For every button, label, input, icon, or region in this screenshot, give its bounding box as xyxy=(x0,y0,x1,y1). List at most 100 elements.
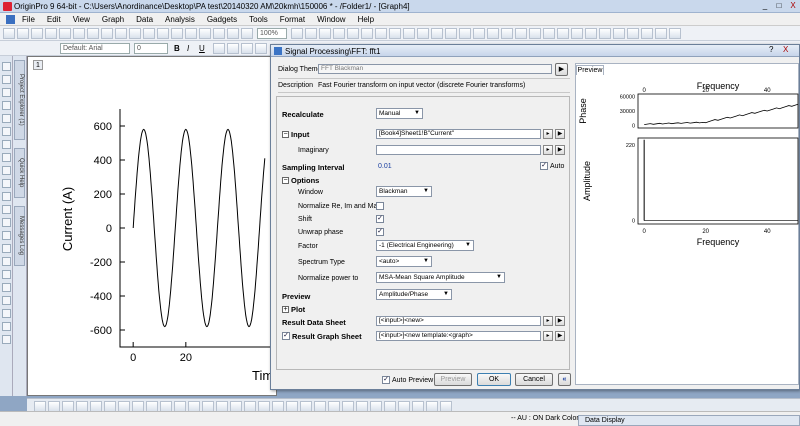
standard-tool-icon[interactable] xyxy=(171,28,183,39)
standard-tool-icon[interactable] xyxy=(599,28,611,39)
normalize-power-select[interactable]: MSA-Mean Square Amplitude ▼ xyxy=(376,272,505,283)
layer-number-badge[interactable]: 1 xyxy=(33,60,43,70)
menu-data[interactable]: Data xyxy=(130,13,159,24)
input-picker-button[interactable]: ▸ xyxy=(543,129,553,139)
standard-tool-icon[interactable] xyxy=(45,28,57,39)
format-tool-icon[interactable] xyxy=(241,43,253,54)
result-graph-sheet-field[interactable]: [<input>]<new template:<graph> xyxy=(376,331,541,341)
imaginary-field[interactable] xyxy=(376,145,541,155)
bold-button[interactable]: B xyxy=(174,44,180,53)
tool-icon[interactable] xyxy=(2,166,11,175)
standard-tool-icon[interactable] xyxy=(557,28,569,39)
standard-tool-icon[interactable] xyxy=(641,28,653,39)
tool-icon[interactable] xyxy=(2,231,11,240)
result-graph-menu-button[interactable]: ▶ xyxy=(555,331,565,341)
tool-icon[interactable] xyxy=(2,283,11,292)
tool-icon[interactable] xyxy=(2,153,11,162)
auto-sampling-checkbox[interactable]: ✓ xyxy=(540,162,548,170)
standard-tool-icon[interactable] xyxy=(31,28,43,39)
cancel-button[interactable]: Cancel xyxy=(515,373,553,386)
standard-tool-icon[interactable] xyxy=(543,28,555,39)
ok-button[interactable]: OK xyxy=(477,373,511,386)
standard-tool-icon[interactable] xyxy=(3,28,15,39)
maximize-button[interactable]: □ xyxy=(772,1,786,11)
tool-icon[interactable] xyxy=(2,205,11,214)
standard-tool-icon[interactable] xyxy=(627,28,639,39)
tool-icon[interactable] xyxy=(2,309,11,318)
result-graph-picker-button[interactable]: ▸ xyxy=(543,331,553,341)
standard-tool-icon[interactable] xyxy=(585,28,597,39)
standard-tool-icon[interactable] xyxy=(143,28,155,39)
standard-tool-icon[interactable] xyxy=(129,28,141,39)
normalize-checkbox[interactable] xyxy=(376,202,384,210)
project-explorer-tab[interactable]: Project Explorer (1) xyxy=(14,60,25,140)
tool-icon[interactable] xyxy=(2,88,11,97)
standard-tool-icon[interactable] xyxy=(473,28,485,39)
standard-tool-icon[interactable] xyxy=(185,28,197,39)
result-graph-checkbox[interactable]: ✓ xyxy=(282,332,290,340)
standard-tool-icon[interactable] xyxy=(17,28,29,39)
tool-icon[interactable] xyxy=(2,127,11,136)
tool-icon[interactable] xyxy=(2,140,11,149)
standard-tool-icon[interactable] xyxy=(333,28,345,39)
menu-tools[interactable]: Tools xyxy=(243,13,274,24)
menu-help[interactable]: Help xyxy=(352,13,380,24)
tool-icon[interactable] xyxy=(2,179,11,188)
format-tool-icon[interactable] xyxy=(255,43,267,54)
standard-tool-icon[interactable] xyxy=(199,28,211,39)
recalculate-select[interactable]: Manual ▼ xyxy=(376,108,423,119)
tool-icon[interactable] xyxy=(2,244,11,253)
underline-button[interactable]: U xyxy=(199,44,205,53)
tool-icon[interactable] xyxy=(2,257,11,266)
standard-tool-icon[interactable] xyxy=(319,28,331,39)
standard-tool-icon[interactable] xyxy=(445,28,457,39)
standard-tool-icon[interactable] xyxy=(213,28,225,39)
standard-tool-icon[interactable] xyxy=(571,28,583,39)
options-collapse-toggle[interactable]: − xyxy=(282,177,289,184)
format-tool-icon[interactable] xyxy=(227,43,239,54)
standard-tool-icon[interactable] xyxy=(241,28,253,39)
collapse-panel-button[interactable]: « xyxy=(558,373,571,386)
standard-tool-icon[interactable] xyxy=(417,28,429,39)
spectrum-type-select[interactable]: <auto> ▼ xyxy=(376,256,432,267)
standard-tool-icon[interactable] xyxy=(101,28,113,39)
minimize-button[interactable]: _ xyxy=(758,1,772,11)
tool-icon[interactable] xyxy=(2,192,11,201)
input-collapse-toggle[interactable]: − xyxy=(282,131,289,138)
menu-edit[interactable]: Edit xyxy=(41,13,67,24)
imaginary-menu-button[interactable]: ▶ xyxy=(555,145,565,155)
standard-tool-icon[interactable] xyxy=(403,28,415,39)
menu-window[interactable]: Window xyxy=(311,13,351,24)
graph-window[interactable]: 600 400 200 0 -200 -400 -600 0 20 Current (A) T… xyxy=(27,56,278,396)
result-data-menu-button[interactable]: ▶ xyxy=(555,316,565,326)
factor-select[interactable]: -1 (Electrical Engineering) ▼ xyxy=(376,240,474,251)
result-data-picker-button[interactable]: ▸ xyxy=(543,316,553,326)
standard-tool-icon[interactable] xyxy=(73,28,85,39)
shift-checkbox[interactable]: ✓ xyxy=(376,215,384,223)
standard-tool-icon[interactable] xyxy=(361,28,373,39)
menu-analysis[interactable]: Analysis xyxy=(159,13,201,24)
tool-icon[interactable] xyxy=(2,62,11,71)
standard-tool-icon[interactable] xyxy=(655,28,667,39)
window-select[interactable]: Blackman ▼ xyxy=(376,186,432,197)
standard-tool-icon[interactable] xyxy=(87,28,99,39)
tool-icon[interactable] xyxy=(2,296,11,305)
standard-tool-icon[interactable] xyxy=(347,28,359,39)
standard-tool-icon[interactable] xyxy=(501,28,513,39)
tool-icon[interactable] xyxy=(2,218,11,227)
tool-icon[interactable] xyxy=(2,101,11,110)
tool-icon[interactable] xyxy=(2,335,11,344)
tool-icon[interactable] xyxy=(2,75,11,84)
tool-icon[interactable] xyxy=(2,322,11,331)
dialog-close-button[interactable]: X xyxy=(783,45,788,54)
input-field[interactable]: [Book4]Sheet1!B"Current" xyxy=(376,129,541,139)
preview-select[interactable]: Amplitude/Phase ▼ xyxy=(376,289,452,300)
format-tool-icon[interactable] xyxy=(213,43,225,54)
menu-file[interactable]: File xyxy=(16,13,41,24)
auto-preview-checkbox[interactable]: ✓ xyxy=(382,376,390,384)
standard-tool-icon[interactable] xyxy=(459,28,471,39)
standard-tool-icon[interactable] xyxy=(389,28,401,39)
messages-log-tab[interactable]: Messages Log xyxy=(14,206,25,266)
imaginary-picker-button[interactable]: ▸ xyxy=(543,145,553,155)
tool-icon[interactable] xyxy=(2,270,11,279)
